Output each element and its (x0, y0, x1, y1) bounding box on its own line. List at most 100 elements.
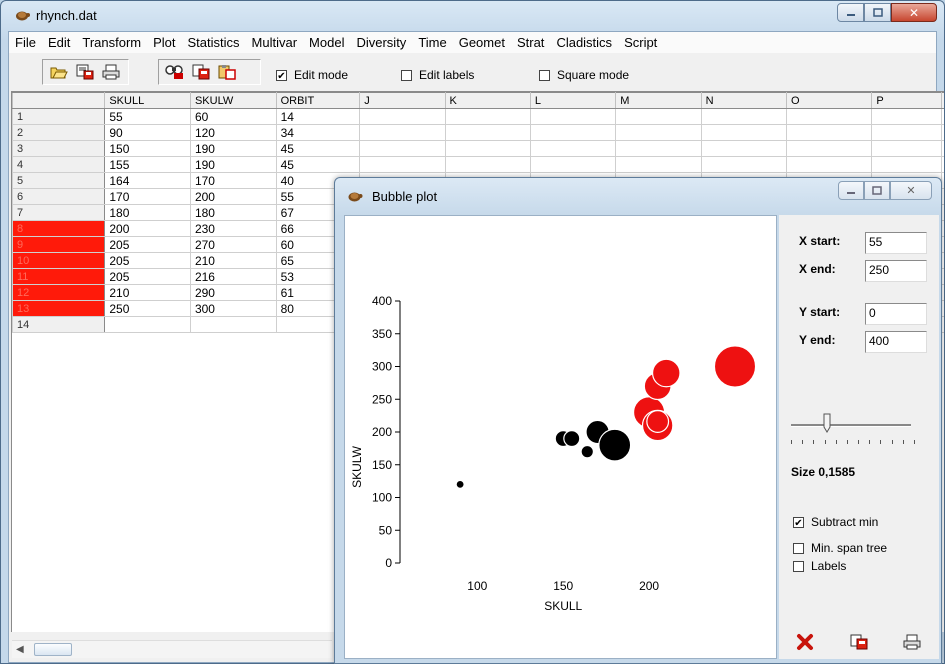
table-cell[interactable] (786, 108, 873, 125)
table-cell[interactable] (529, 156, 617, 173)
find-replace-button[interactable] (162, 61, 188, 83)
table-cell[interactable]: 164 (104, 172, 191, 189)
table-cell[interactable] (941, 300, 944, 317)
row-header[interactable]: 7 (11, 204, 106, 221)
table-cell[interactable]: 34 (275, 124, 361, 141)
row-header[interactable]: 12 (11, 284, 106, 301)
minimize-button[interactable] (837, 3, 864, 22)
table-cell[interactable] (786, 124, 873, 141)
scroll-left-icon[interactable]: ◀ (16, 644, 24, 655)
table-cell[interactable]: 90 (104, 124, 191, 141)
table-cell[interactable] (786, 156, 873, 173)
table-cell[interactable] (615, 124, 702, 141)
menu-model[interactable]: Model (303, 35, 350, 50)
table-cell[interactable]: 205 (104, 236, 191, 253)
menu-edit[interactable]: Edit (42, 35, 76, 50)
table-cell[interactable] (941, 108, 944, 125)
table-cell[interactable] (871, 108, 942, 125)
row-header[interactable]: 10 (11, 252, 106, 269)
table-cell[interactable] (104, 316, 191, 333)
sheet-corner[interactable] (11, 92, 106, 109)
copy-button[interactable] (188, 61, 214, 83)
table-cell[interactable] (359, 108, 446, 125)
table-cell[interactable] (941, 252, 944, 269)
close-plot-button[interactable] (790, 629, 820, 655)
table-cell[interactable]: 14 (275, 108, 361, 125)
table-cell[interactable] (786, 140, 873, 157)
table-cell[interactable]: 250 (104, 300, 191, 317)
table-cell[interactable]: 190 (189, 156, 277, 173)
edit-labels-checkbox[interactable]: Edit labels (401, 68, 474, 82)
table-cell[interactable]: 290 (189, 284, 277, 301)
table-cell[interactable]: 190 (189, 140, 277, 157)
table-cell[interactable] (700, 156, 788, 173)
table-cell[interactable]: 270 (189, 236, 277, 253)
y-start-input[interactable]: 0 (865, 303, 927, 325)
print-plot-button[interactable] (897, 629, 927, 655)
table-cell[interactable] (941, 316, 944, 333)
table-cell[interactable] (941, 236, 944, 253)
row-header[interactable]: 9 (11, 236, 106, 253)
size-slider-track[interactable] (791, 424, 911, 427)
min-span-tree-checkbox[interactable]: Min. span tree (793, 541, 887, 555)
table-cell[interactable] (700, 108, 788, 125)
edit-mode-checkbox[interactable]: ✔ Edit mode (276, 68, 348, 82)
menu-diversity[interactable]: Diversity (350, 35, 412, 50)
column-header[interactable]: L (529, 92, 617, 109)
table-cell[interactable]: 300 (189, 300, 277, 317)
table-cell[interactable] (941, 124, 944, 141)
table-cell[interactable]: 205 (104, 268, 191, 285)
table-cell[interactable]: 45 (275, 156, 361, 173)
table-cell[interactable]: 180 (189, 204, 277, 221)
table-cell[interactable] (359, 140, 446, 157)
y-end-input[interactable]: 400 (865, 331, 927, 353)
dialog-minimize-button[interactable] (838, 181, 864, 200)
menu-cladistics[interactable]: Cladistics (550, 35, 618, 50)
column-header[interactable]: SKULL (104, 92, 191, 109)
table-cell[interactable]: 230 (189, 220, 277, 237)
paste-button[interactable] (214, 61, 240, 83)
table-cell[interactable]: 216 (189, 268, 277, 285)
table-cell[interactable] (615, 140, 702, 157)
square-mode-checkbox[interactable]: Square mode (539, 68, 629, 82)
row-header[interactable]: 8 (11, 220, 106, 237)
x-end-input[interactable]: 250 (865, 260, 927, 282)
row-header[interactable]: 14 (11, 316, 106, 333)
table-cell[interactable] (941, 188, 944, 205)
column-header[interactable]: P (871, 92, 942, 109)
table-cell[interactable]: 200 (104, 220, 191, 237)
table-cell[interactable]: 60 (189, 108, 277, 125)
table-cell[interactable]: 210 (104, 284, 191, 301)
table-cell[interactable] (444, 108, 531, 125)
dialog-maximize-button[interactable] (864, 181, 890, 200)
table-cell[interactable] (615, 156, 702, 173)
table-cell[interactable] (444, 124, 531, 141)
size-slider-thumb[interactable] (823, 413, 831, 433)
maximize-button[interactable] (864, 3, 891, 22)
x-start-input[interactable]: 55 (865, 232, 927, 254)
table-cell[interactable] (529, 140, 617, 157)
table-cell[interactable] (189, 316, 277, 333)
table-cell[interactable] (941, 220, 944, 237)
menu-file[interactable]: File (9, 35, 42, 50)
table-cell[interactable]: 45 (275, 140, 361, 157)
print-button[interactable] (98, 61, 124, 83)
scroll-thumb[interactable] (34, 643, 72, 656)
dialog-close-button[interactable]: ✕ (890, 181, 932, 200)
menu-plot[interactable]: Plot (147, 35, 181, 50)
row-header[interactable]: 3 (11, 140, 106, 157)
column-header[interactable]: O (786, 92, 873, 109)
table-cell[interactable]: 120 (189, 124, 277, 141)
table-cell[interactable] (941, 172, 944, 189)
table-cell[interactable] (871, 156, 942, 173)
table-cell[interactable]: 210 (189, 252, 277, 269)
table-cell[interactable]: 170 (104, 188, 191, 205)
save-button[interactable] (72, 61, 98, 83)
menu-statistics[interactable]: Statistics (182, 35, 246, 50)
table-cell[interactable] (941, 140, 944, 157)
table-cell[interactable]: 55 (104, 108, 191, 125)
labels-box[interactable] (793, 560, 804, 572)
menu-transform[interactable]: Transform (76, 35, 147, 50)
min-span-tree-box[interactable] (793, 542, 804, 554)
row-header[interactable]: 2 (11, 124, 106, 141)
